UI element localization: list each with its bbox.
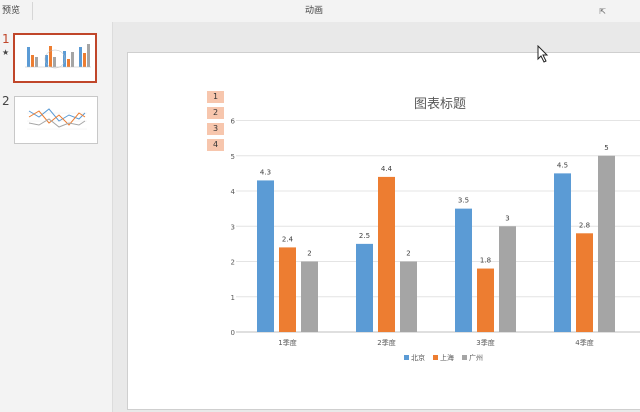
data-label: 2.5 [359,232,370,240]
data-label: 1.8 [480,257,491,265]
bar-3 [400,261,417,332]
bar-2 [477,268,494,332]
data-label: 4.5 [557,161,568,169]
legend-swatch-2 [433,355,438,360]
bar-1 [356,243,373,332]
legend-label: 北京 [411,353,425,362]
data-label: 2 [307,250,311,258]
y-tick-label: 6 [231,118,236,126]
data-label: 3.5 [458,197,469,205]
x-tick-label: 3季度 [476,338,494,347]
y-tick-label: 5 [231,153,235,161]
chart-title: 图表标题 [414,97,466,112]
bar-2 [576,233,593,332]
legend-label: 广州 [469,353,483,362]
bar-2 [279,247,296,332]
data-label: 4.3 [260,168,271,176]
data-label: 3 [505,214,509,222]
y-tick-label: 4 [231,188,236,196]
data-label: 5 [604,144,608,152]
bar-1 [554,173,571,332]
y-tick-label: 3 [231,223,235,231]
legend-swatch-3 [462,355,467,360]
bar-1 [455,208,472,332]
legend-swatch-1 [404,355,409,360]
data-label: 2 [406,250,410,258]
x-tick-label: 2季度 [377,338,395,347]
legend-label: 上海 [440,353,454,362]
bar-1 [257,180,274,332]
bar-3 [598,155,615,332]
x-tick-label: 1季度 [278,338,296,347]
x-tick-label: 4季度 [575,338,593,347]
data-label: 2.8 [579,221,590,229]
bar-3 [499,226,516,332]
bar-2 [378,176,395,332]
data-label: 2.4 [282,235,294,243]
bar-chart[interactable]: 图表标题 0 1 2 3 4 5 6 4.3 2.4 2 1季度 2.5 4.4 2 2季度 3.5 1.8 3 3季… [0,0,640,412]
data-label: 4.4 [381,165,393,173]
y-tick-label: 0 [231,329,235,337]
bar-3 [301,261,318,332]
y-tick-label: 1 [231,294,235,302]
y-tick-label: 2 [231,259,235,267]
